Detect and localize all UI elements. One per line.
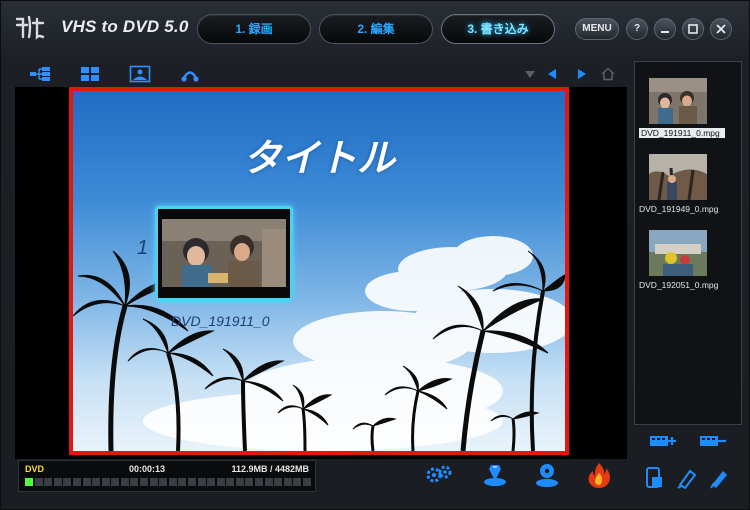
- capacity-free-segment: [187, 478, 196, 486]
- close-icon: [716, 24, 726, 34]
- dropdown-arrow-icon[interactable]: [523, 67, 537, 81]
- fire-burn-icon[interactable]: [585, 461, 613, 489]
- sidebar-tools: [634, 461, 742, 493]
- clip-thumbnail: [649, 78, 707, 124]
- capacity-free-segment: [159, 478, 168, 486]
- layout-grid-icon[interactable]: [79, 65, 101, 83]
- capacity-free-segment: [293, 478, 302, 486]
- clip-list-buttons: [634, 429, 742, 455]
- capacity-free-segment: [149, 478, 158, 486]
- clip-name: DVD_191911_0.mpg: [639, 128, 725, 138]
- settings-gears-icon[interactable]: [425, 461, 453, 489]
- device-icon[interactable]: [644, 467, 664, 489]
- clip-item[interactable]: DVD_192051_0.mpg: [635, 230, 741, 300]
- next-arrow-icon[interactable]: [575, 67, 589, 81]
- capacity-bar: [25, 478, 311, 486]
- capacity-free-segment: [216, 478, 225, 486]
- capacity-free-segment: [82, 478, 91, 486]
- capacity-free-segment: [226, 478, 235, 486]
- clip-thumbnail: [649, 230, 707, 276]
- chapter-thumbnail[interactable]: [155, 206, 293, 301]
- app-logo-icon: [15, 15, 45, 40]
- step-record-button[interactable]: 1. 録画: [197, 14, 311, 44]
- total-duration: 00:00:13: [129, 464, 166, 474]
- music-note-icon[interactable]: [179, 65, 201, 83]
- maximize-button[interactable]: [682, 18, 704, 40]
- close-button[interactable]: [710, 18, 732, 40]
- capacity-free-segment: [235, 478, 244, 486]
- capacity-free-segment: [207, 478, 216, 486]
- capacity-free-segment: [44, 478, 53, 486]
- capacity-free-segment: [63, 478, 72, 486]
- minimize-button[interactable]: [654, 18, 676, 40]
- app-title: VHS to DVD 5.0: [61, 17, 189, 36]
- capacity-free-segment: [197, 478, 206, 486]
- edit-pen-icon[interactable]: [708, 467, 730, 489]
- background-image-icon[interactable]: [129, 65, 151, 83]
- chapter-label: DVD_191911_0: [171, 313, 270, 329]
- clip-item[interactable]: DVD_191911_0.mpg: [635, 78, 741, 148]
- minimize-icon: [661, 31, 669, 33]
- menu-title[interactable]: タイトル: [73, 127, 565, 182]
- title-bar: VHS to DVD 5.0 1. 録画 2. 編集 3. 書き込み MENU …: [1, 1, 750, 57]
- capacity-free-segment: [303, 478, 311, 486]
- remove-clip-icon[interactable]: [698, 431, 726, 451]
- capacity-free-segment: [53, 478, 62, 486]
- capacity-free-segment: [264, 478, 273, 486]
- clip-list: DVD_191911_0.mpg DVD_191949_0.mpg DVD_19…: [634, 61, 742, 425]
- disc-type: DVD: [25, 464, 45, 474]
- usb-icon[interactable]: [676, 467, 698, 489]
- capacity-free-segment: [140, 478, 149, 486]
- capacity-free-segment: [34, 478, 43, 486]
- clip-name: DVD_191949_0.mpg: [639, 204, 719, 214]
- home-icon[interactable]: [601, 67, 615, 81]
- chapter-number: 1: [137, 237, 149, 259]
- chapter-thumbnail-image: [158, 209, 290, 298]
- help-button[interactable]: ?: [626, 18, 648, 40]
- step-edit-button[interactable]: 2. 編集: [319, 14, 433, 44]
- capacity-free-segment: [111, 478, 120, 486]
- capacity-free-segment: [101, 478, 110, 486]
- capacity-free-segment: [255, 478, 264, 486]
- capacity-free-segment: [92, 478, 101, 486]
- clip-thumbnail: [649, 154, 707, 200]
- disc-status-panel: DVD 00:00:13 112.9MB / 4482MB: [18, 460, 316, 492]
- menu-structure-icon[interactable]: [29, 65, 51, 83]
- maximize-icon: [688, 24, 698, 34]
- prev-arrow-icon[interactable]: [545, 67, 559, 81]
- preview-toolbar: [15, 61, 627, 87]
- disc-usage: 112.9MB / 4482MB: [231, 464, 309, 474]
- menu-button[interactable]: MENU: [575, 18, 619, 40]
- disc-burn-icon[interactable]: [533, 461, 561, 489]
- capacity-free-segment: [120, 478, 129, 486]
- clip-item[interactable]: DVD_191949_0.mpg: [635, 154, 741, 224]
- capacity-free-segment: [274, 478, 283, 486]
- add-clip-icon[interactable]: [648, 431, 676, 451]
- capacity-free-segment: [130, 478, 139, 486]
- capacity-free-segment: [178, 478, 187, 486]
- dvd-menu-preview[interactable]: タイトル 1 DVD_191911_0: [69, 87, 569, 455]
- disc-edit-icon[interactable]: [481, 461, 509, 489]
- capacity-free-segment: [72, 478, 81, 486]
- preview-area: タイトル 1 DVD_191911_0: [15, 87, 627, 459]
- capacity-free-segment: [168, 478, 177, 486]
- capacity-free-segment: [283, 478, 292, 486]
- capacity-free-segment: [245, 478, 254, 486]
- capacity-used-segment: [25, 478, 33, 486]
- step-burn-button[interactable]: 3. 書き込み: [441, 14, 555, 44]
- app-window: VHS to DVD 5.0 1. 録画 2. 編集 3. 書き込み MENU …: [0, 0, 750, 510]
- clip-name: DVD_192051_0.mpg: [639, 280, 719, 290]
